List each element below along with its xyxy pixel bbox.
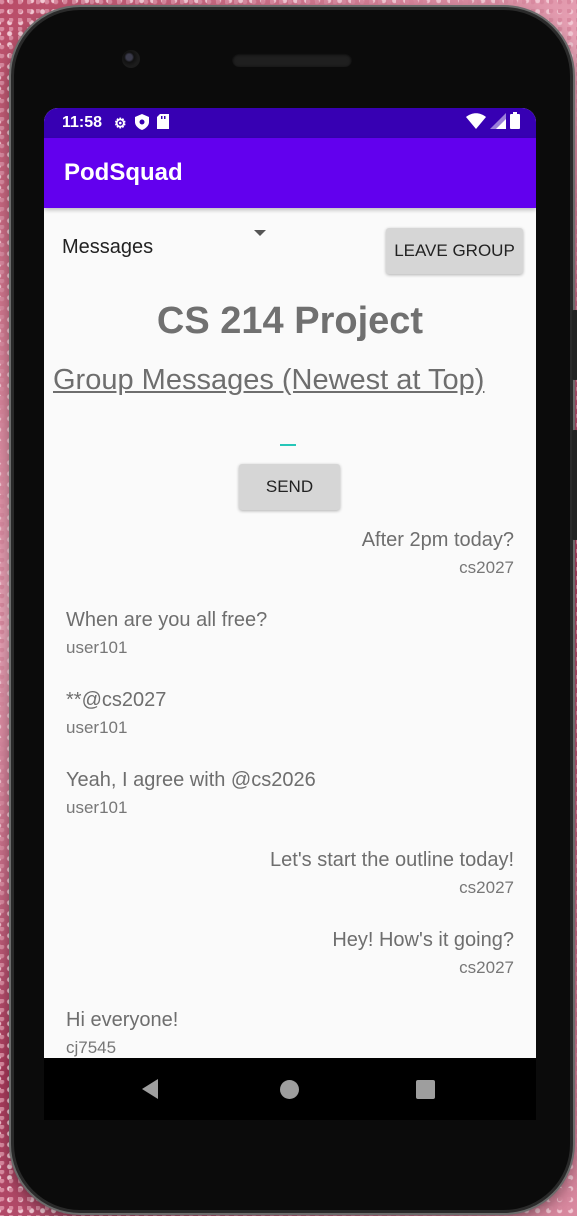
message-user: cs2027 — [459, 558, 514, 577]
message-text: After 2pm today? — [361, 529, 514, 551]
home-icon[interactable] — [280, 1080, 299, 1099]
message-text: Yeah, I agree with @cs2026 — [66, 769, 316, 791]
dropdown-arrow-icon — [254, 230, 266, 236]
back-icon[interactable] — [142, 1079, 158, 1099]
message-user: user101 — [66, 798, 128, 817]
message-text: When are you all free? — [66, 609, 268, 631]
sd-card-icon — [156, 114, 169, 132]
message-text: Hi everyone! — [66, 1009, 179, 1031]
message-item: Let's start the outline today! cs2027 — [44, 846, 536, 926]
message-text: **@cs2027 — [66, 689, 167, 711]
status-time: 11:58 — [62, 114, 103, 131]
phone-frame: 11:58 ⚙ PodSquad Messages LEAVE GROUP CS… — [14, 10, 577, 1210]
status-bar: 11:58 ⚙ — [44, 108, 536, 138]
app-title: PodSquad — [64, 159, 183, 186]
message-user: user101 — [66, 718, 128, 737]
screen: 11:58 ⚙ PodSquad Messages LEAVE GROUP CS… — [44, 108, 536, 1058]
send-button[interactable]: SEND — [239, 464, 340, 510]
message-item: When are you all free? user101 — [44, 606, 536, 686]
power-button — [572, 310, 577, 380]
app-bar: PodSquad — [44, 138, 536, 208]
battery-icon — [510, 112, 520, 134]
wifi-icon — [466, 112, 486, 134]
view-spinner[interactable]: Messages — [62, 230, 274, 260]
page-title: CS 214 Project — [156, 300, 424, 342]
gear-icon: ⚙ — [114, 114, 127, 131]
message-text: Hey! How's it going? — [332, 929, 514, 951]
message-list: After 2pm today? cs2027 When are you all… — [44, 526, 536, 1058]
spinner-selected: Messages — [62, 236, 154, 258]
message-user: user101 — [66, 638, 128, 657]
front-camera — [122, 50, 140, 68]
signal-icon — [490, 112, 506, 134]
message-text: Let's start the outline today! — [270, 849, 514, 871]
message-item: Yeah, I agree with @cs2026 user101 — [44, 766, 536, 846]
main-content: Messages LEAVE GROUP CS 214 Project Grou… — [44, 208, 536, 1058]
message-user: cs2027 — [459, 958, 514, 977]
earpiece-speaker — [232, 53, 352, 67]
volume-button — [572, 430, 577, 540]
navigation-bar — [44, 1058, 536, 1120]
message-user: cj7545 — [66, 1038, 117, 1057]
message-input[interactable] — [280, 444, 296, 446]
message-item: **@cs2027 user101 — [44, 686, 536, 766]
recent-apps-icon[interactable] — [416, 1080, 435, 1099]
leave-group-button[interactable]: LEAVE GROUP — [386, 228, 523, 274]
page-subtitle: Group Messages (Newest at Top) — [53, 364, 485, 396]
message-item: Hi everyone! cj7545 — [44, 1006, 536, 1058]
message-user: cs2027 — [459, 878, 514, 897]
message-item: After 2pm today? cs2027 — [44, 526, 536, 606]
shield-icon — [134, 113, 149, 133]
message-item: Hey! How's it going? cs2027 — [44, 926, 536, 1006]
